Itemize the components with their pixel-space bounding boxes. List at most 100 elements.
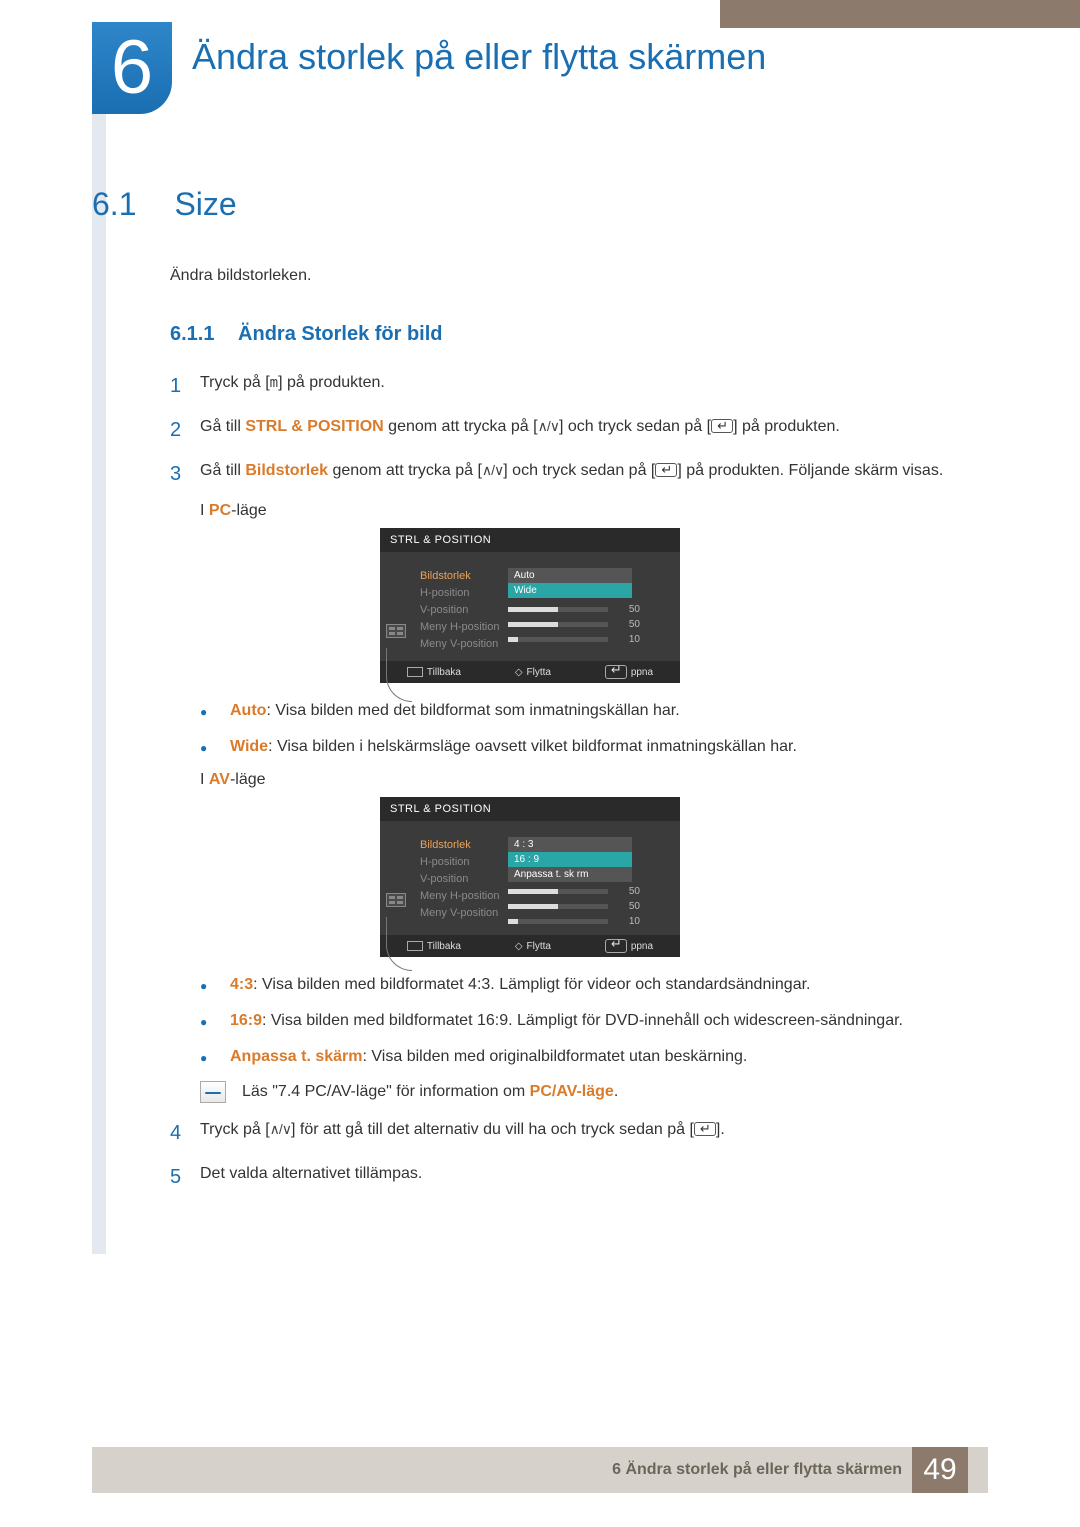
slider-fill — [508, 904, 558, 909]
step-text: Gå till Bildstorlek genom att trycka på … — [200, 458, 972, 490]
slider-value: 50 — [616, 901, 640, 912]
bullet-dot-icon: ● — [200, 699, 230, 723]
text: Läs "7.4 PC/AV-läge" för information om — [242, 1083, 530, 1100]
step-number: 4 — [170, 1117, 200, 1149]
slider-value: 50 — [616, 604, 640, 615]
osd-fkey-open: ppna — [605, 939, 653, 953]
text: ] och tryck sedan på [ — [559, 418, 711, 435]
osd-fkey-move: ◇Flytta — [515, 665, 551, 679]
bullet-dot-icon: ● — [200, 1045, 230, 1069]
text: genom att trycka på [ — [328, 462, 482, 479]
osd-label: Meny V-position — [420, 905, 508, 922]
highlight: Bildstorlek — [245, 462, 328, 479]
bullet-text: Wide: Visa bilden i helskärmsläge oavset… — [230, 735, 972, 759]
steps-list: 1 Tryck på [m] på produkten. 2 Gå till S… — [170, 370, 972, 1193]
info-row: Läs "7.4 PC/AV-läge" för information om … — [200, 1081, 972, 1103]
highlight: Wide — [230, 738, 268, 755]
osd-left-column: Bildstorlek H-position V-position Meny H… — [380, 560, 508, 653]
chapter-title: Ändra storlek på eller flytta skärmen — [192, 36, 766, 78]
text: I — [200, 502, 209, 519]
step-2: 2 Gå till STRL & POSITION genom att tryc… — [170, 414, 972, 446]
osd-label: Bildstorlek — [420, 568, 508, 585]
osd-curve — [386, 648, 412, 702]
footer-page-number: 49 — [912, 1447, 968, 1493]
osd-slider-row: 10 — [508, 634, 674, 645]
bullet-text: 16:9: Visa bilden med bildformatet 16:9.… — [230, 1009, 972, 1033]
slider-fill — [508, 637, 518, 642]
text: . — [614, 1083, 618, 1100]
note-icon — [200, 1081, 226, 1103]
text: Tillbaka — [427, 941, 461, 952]
bullet-text: Anpassa t. skärm: Visa bilden med origin… — [230, 1045, 972, 1069]
osd-fkey-open: ppna — [605, 665, 653, 679]
slider-value: 50 — [616, 886, 640, 897]
osd-label: Bildstorlek — [420, 837, 508, 854]
text: : Visa bilden i helskärmsläge oavsett vi… — [268, 738, 797, 755]
osd-curve — [386, 917, 412, 971]
osd-label: H-position — [420, 585, 508, 602]
osd-right-column: Auto Wide 50 50 10 — [508, 560, 674, 653]
text: Tryck på [ — [200, 374, 270, 391]
text: ppna — [631, 667, 653, 678]
section-title: Size — [174, 186, 236, 222]
bullet-list-pc: ●Auto: Visa bilden med det bildformat so… — [200, 699, 972, 759]
bullet-item: ●4:3: Visa bilden med bildformatet 4:3. … — [200, 973, 972, 997]
enter-icon — [694, 1122, 716, 1136]
step-1: 1 Tryck på [m] på produkten. — [170, 370, 972, 402]
slider-value: 10 — [616, 634, 640, 645]
bullet-item: ●Wide: Visa bilden i helskärmsläge oavse… — [200, 735, 972, 759]
slider-track — [508, 904, 608, 909]
osd-slider-row: 10 — [508, 916, 674, 927]
bullet-list-av: ●4:3: Visa bilden med bildformatet 4:3. … — [200, 973, 972, 1069]
osd-option: Anpassa t. sk rm — [508, 867, 632, 882]
subsection-heading: 6.1.1 Ändra Storlek för bild — [170, 323, 972, 346]
highlight: STRL & POSITION — [245, 418, 383, 435]
osd-screenshot-pc: STRL & POSITION Bildstorlek H-position V… — [380, 528, 680, 683]
text: -läge — [231, 502, 267, 519]
text: ] på produkten. Följande skärm visas. — [677, 462, 943, 479]
section-intro: Ändra bildstorleken. — [170, 267, 972, 285]
osd-fkey-move: ◇Flytta — [515, 939, 551, 953]
osd-option: 4 : 3 — [508, 837, 632, 852]
highlight: 4:3 — [230, 976, 253, 993]
arrows-icon — [482, 459, 503, 482]
text: ]. — [716, 1121, 725, 1138]
osd-option: Auto — [508, 568, 632, 583]
subsection-number: 6.1.1 — [170, 323, 214, 345]
text: ] på produkten. — [278, 374, 385, 391]
enter-icon — [655, 463, 677, 477]
bullet-dot-icon: ● — [200, 735, 230, 759]
slider-fill — [508, 607, 558, 612]
osd-option-selected: 16 : 9 — [508, 852, 632, 867]
bullet-text: 4:3: Visa bilden med bildformatet 4:3. L… — [230, 973, 972, 997]
step-number: 1 — [170, 370, 200, 402]
subsection-title: Ändra Storlek för bild — [238, 323, 442, 345]
osd-labels: Bildstorlek H-position V-position Meny H… — [420, 568, 508, 653]
osd-category-icon — [386, 624, 406, 638]
text: Gå till — [200, 462, 245, 479]
text: Tryck på [ — [200, 1121, 270, 1138]
osd-slider-row: 50 — [508, 604, 674, 615]
slider-track — [508, 622, 608, 627]
step-text: Tryck på [] för att gå till det alternat… — [200, 1117, 972, 1149]
slider-track — [508, 919, 608, 924]
bullet-dot-icon: ● — [200, 973, 230, 997]
text: ] och tryck sedan på [ — [503, 462, 655, 479]
header-accent-bar — [720, 0, 1080, 28]
info-text: Läs "7.4 PC/AV-läge" för information om … — [242, 1083, 618, 1101]
text: ] på produkten. — [733, 418, 840, 435]
osd-footer: Tillbaka ◇Flytta ppna — [380, 935, 680, 957]
text: : Visa bilden med originalbildformatet u… — [363, 1048, 748, 1065]
slider-track — [508, 889, 608, 894]
osd-fkey-back: Tillbaka — [407, 939, 461, 953]
osd-label: Meny H-position — [420, 619, 508, 636]
bullet-item: ●Anpassa t. skärm: Visa bilden med origi… — [200, 1045, 972, 1069]
step-5: 5 Det valda alternativet tillämpas. — [170, 1161, 972, 1193]
key-m: m — [270, 372, 278, 394]
footer-chapter-title: 6 Ändra storlek på eller flytta skärmen — [612, 1461, 902, 1479]
osd-labels: Bildstorlek H-position V-position Meny H… — [420, 837, 508, 922]
osd-title: STRL & POSITION — [380, 797, 680, 821]
osd-label: V-position — [420, 871, 508, 888]
bullet-dot-icon: ● — [200, 1009, 230, 1033]
text: ppna — [631, 941, 653, 952]
